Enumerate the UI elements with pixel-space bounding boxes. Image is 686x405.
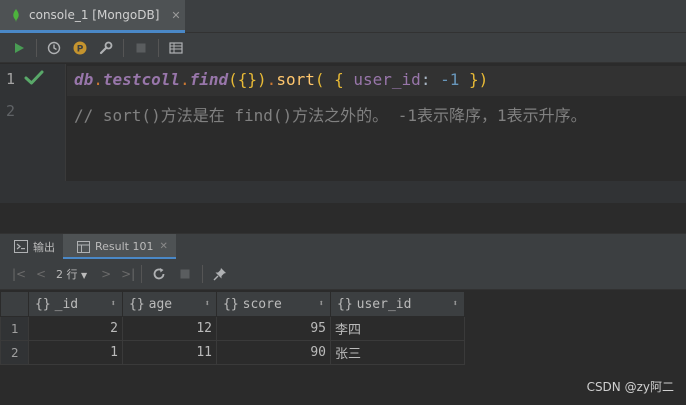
sort-icon[interactable]: ⬍ (453, 299, 458, 309)
results-panel-tabs: 输出 Result 101 ✕ (0, 233, 686, 260)
toolbar-separator (158, 38, 159, 57)
sort-icon[interactable]: ⬍ (111, 299, 116, 309)
editor-bottom-area (0, 181, 686, 233)
svg-text:P: P (77, 44, 84, 54)
tab-result-close-icon[interactable]: ✕ (159, 241, 167, 252)
executed-check-icon (24, 70, 44, 85)
tab-title: console_1 [MongoDB] (29, 8, 160, 22)
code-colon: : (420, 70, 441, 89)
table-icon (77, 240, 90, 253)
p-icon[interactable]: P (69, 37, 91, 59)
object-icon: {} (337, 296, 353, 312)
row-number: 1 (0, 316, 29, 341)
code-collection: testcoll (102, 70, 180, 89)
code-find: find (189, 70, 229, 89)
line-number-2: 2 (6, 102, 16, 120)
code-dot: . (266, 70, 277, 89)
watermark-text: CSDN @zy阿二 (586, 380, 674, 394)
chevron-down-icon: ▼ (81, 271, 88, 280)
tab-output-label: 输出 (33, 240, 55, 254)
code-dot: . (93, 70, 103, 89)
column-header-score[interactable]: {} score ⬍ (216, 291, 331, 317)
column-label: score (242, 296, 282, 312)
cell-score[interactable]: 95 (216, 316, 331, 341)
history-icon[interactable] (43, 37, 65, 59)
run-icon[interactable] (8, 37, 30, 59)
line-number-1: 1 (6, 70, 16, 88)
toolbar-separator (123, 38, 124, 57)
tab-close-icon[interactable]: ✕ (171, 9, 180, 22)
cell-age[interactable]: 11 (122, 340, 217, 365)
pin-icon[interactable] (209, 263, 231, 285)
column-header-user-id[interactable]: {} user_id ⬍ (330, 291, 465, 317)
code-line-1[interactable]: db.testcoll.find({}).sort( { user_id: -1… (74, 70, 488, 89)
row-number: 2 (0, 340, 29, 365)
column-header-age[interactable]: {} age ⬍ (122, 291, 217, 317)
code-key: user_id (353, 70, 421, 89)
stop-icon[interactable] (130, 37, 152, 59)
first-page-icon[interactable]: |< (8, 267, 30, 281)
tab-output[interactable]: 输出 (0, 234, 63, 260)
object-icon: {} (35, 296, 51, 312)
code-editor[interactable]: 1 2 db.testcoll.find({}).sort( { user_id… (0, 64, 686, 181)
code-sort: sort (276, 70, 315, 89)
output-icon (14, 240, 28, 253)
editor-tab-bar: console_1 [MongoDB] ✕ (0, 0, 686, 33)
code-line-2-comment[interactable]: // sort()方法是在 find()方法之外的。 -1表示降序，1表示升序。 (74, 102, 587, 126)
sort-icon[interactable]: ⬍ (319, 299, 324, 309)
object-icon: {} (223, 296, 239, 312)
column-label: age (148, 296, 173, 312)
results-toolbar: |< < 2 行 ▼ > >| (0, 259, 686, 290)
stop-icon[interactable] (174, 263, 196, 285)
sort-icon[interactable]: ⬍ (205, 299, 210, 309)
table-icon[interactable] (165, 37, 187, 59)
refresh-icon[interactable] (148, 263, 170, 285)
row-number-header (0, 291, 29, 317)
tab-console-1[interactable]: console_1 [MongoDB] ✕ (0, 0, 185, 33)
editor-scroll-strip (0, 181, 686, 203)
prev-page-icon[interactable]: < (30, 267, 52, 281)
cell-age[interactable]: 12 (122, 316, 217, 341)
column-header-id[interactable]: {} _id ⬍ (28, 291, 123, 317)
table-row[interactable]: 1 2 12 95 李四 (0, 316, 465, 341)
settings-icon[interactable] (95, 37, 117, 59)
toolbar-separator (141, 265, 143, 283)
column-label: user_id (356, 296, 412, 312)
toolbar-separator (202, 265, 204, 283)
next-page-icon[interactable]: > (95, 267, 117, 281)
editor-gutter: 1 2 (0, 64, 66, 181)
object-icon: {} (129, 296, 145, 312)
code-value: -1 (440, 70, 460, 89)
rows-count-dropdown[interactable]: 2 行 ▼ (56, 266, 87, 282)
code-close: }) (459, 70, 489, 89)
grid-header-row: {} _id ⬍ {} age ⬍ {} score ⬍ {} user_id ⬍ (0, 291, 465, 317)
last-page-icon[interactable]: >| (117, 267, 139, 281)
rows-count-label: 2 行 (56, 268, 78, 281)
code-open: ( { (314, 70, 354, 89)
code-find-args: ({}) (228, 70, 267, 89)
toolbar-separator (36, 38, 37, 57)
tab-result-101[interactable]: Result 101 ✕ (63, 233, 176, 260)
cell-user-id[interactable]: 张三 (330, 340, 465, 365)
result-grid[interactable]: {} _id ⬍ {} age ⬍ {} score ⬍ {} user_id ⬍ 1 2 12… (0, 291, 465, 365)
cell-user-id[interactable]: 李四 (330, 316, 465, 341)
table-row[interactable]: 2 1 11 90 张三 (0, 340, 465, 365)
mongodb-leaf-icon (13, 8, 19, 22)
code-dot: . (179, 70, 190, 89)
cell-id[interactable]: 1 (28, 340, 123, 365)
cell-id[interactable]: 2 (28, 316, 123, 341)
tab-result-label: Result 101 (95, 240, 154, 253)
code-db: db (74, 70, 94, 89)
console-toolbar: P (0, 33, 686, 63)
column-label: _id (54, 296, 79, 312)
cell-score[interactable]: 90 (216, 340, 331, 365)
